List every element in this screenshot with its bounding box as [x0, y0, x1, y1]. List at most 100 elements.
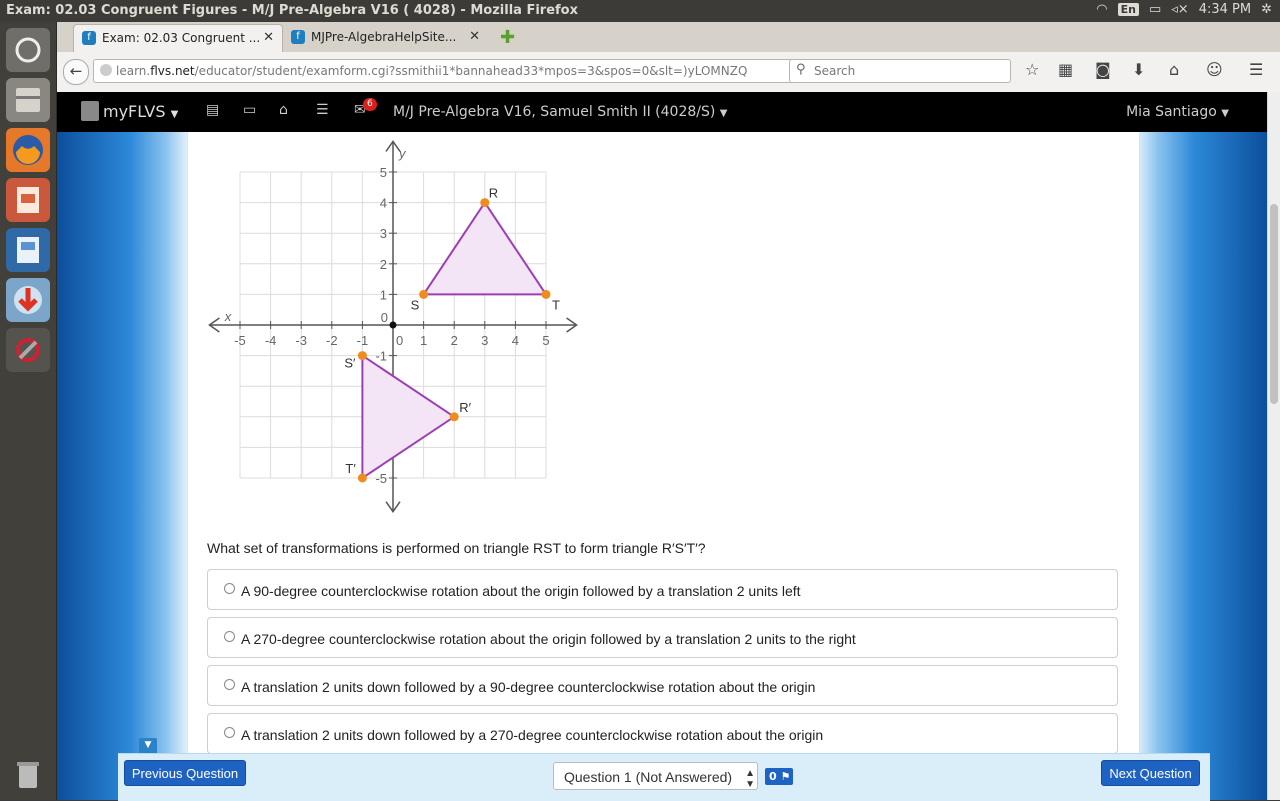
reading-list-icon[interactable]: ▦: [1058, 60, 1073, 79]
answer-radio[interactable]: [224, 679, 235, 690]
select-arrow-icon: ▲ ▼: [745, 768, 755, 790]
search-input[interactable]: ⚲ Search: [789, 59, 1011, 83]
battery-icon[interactable]: ▭: [1149, 2, 1161, 17]
site-info-icon[interactable]: [100, 64, 112, 76]
pocket-icon[interactable]: ◙: [1095, 60, 1111, 79]
answer-text: A 90-degree counterclockwise rotation ab…: [241, 583, 801, 599]
user-menu[interactable]: Mia Santiago ▼: [1126, 104, 1229, 120]
answer-text: A translation 2 units down followed by a…: [241, 727, 824, 743]
close-tab-icon[interactable]: ✕: [263, 30, 274, 45]
label-t-prime: T′: [345, 461, 356, 476]
scrollbar-thumb[interactable]: [1270, 204, 1278, 404]
label-s: S: [411, 297, 420, 312]
inbox-icon[interactable]: ▭: [243, 102, 256, 118]
new-tab-plus-icon[interactable]: ✚: [500, 27, 515, 48]
trash-icon[interactable]: [6, 752, 50, 796]
x-tick-label: -1: [357, 333, 369, 348]
vertex-t-prime: [357, 473, 367, 483]
answer-text: A 270-degree counterclockwise rotation a…: [241, 631, 856, 647]
list-icon[interactable]: ☰: [316, 102, 329, 118]
x-tick-label: -4: [265, 333, 277, 348]
label-r: R: [489, 186, 498, 201]
brand-label: myFLVS: [103, 102, 166, 121]
answer-option-2[interactable]: A 270-degree counterclockwise rotation a…: [207, 617, 1118, 658]
answer-option-1[interactable]: A 90-degree counterclockwise rotation ab…: [207, 569, 1118, 610]
vertex-r-prime: [449, 412, 459, 422]
x-tick-label: -2: [326, 333, 338, 348]
x-tick-label: 1: [420, 333, 427, 348]
home-icon[interactable]: ⌂: [1169, 60, 1179, 79]
search-placeholder: Search: [814, 64, 856, 78]
vertex-t: [541, 289, 551, 299]
bookmark-star-icon[interactable]: ☆: [1025, 60, 1039, 79]
downloader-icon[interactable]: [6, 278, 50, 322]
label-s-prime: S′: [344, 356, 356, 371]
downloads-icon[interactable]: ⬇: [1132, 60, 1145, 79]
x-tick-label: -3: [295, 333, 307, 348]
previous-question-button[interactable]: Previous Question: [124, 760, 246, 786]
question-text: What set of transformations is performed…: [207, 540, 706, 556]
dash-home-icon[interactable]: [6, 28, 50, 72]
flag-icon: ⚑: [780, 770, 791, 783]
firefox-icon[interactable]: [6, 128, 50, 172]
answer-radio[interactable]: [224, 631, 235, 642]
os-top-bar: Exam: 02.03 Congruent Figures - M/J Pre-…: [0, 0, 1280, 22]
document-viewer-icon[interactable]: [6, 228, 50, 272]
exam-footer-bar: Previous Question Question 1 (Not Answer…: [118, 753, 1210, 801]
answer-radio[interactable]: [224, 727, 235, 738]
answer-radio[interactable]: [224, 583, 235, 594]
url-path: /educator/student/examform.cgi?ssmithii1…: [194, 64, 748, 78]
x-tick-label: 2: [451, 333, 458, 348]
tab-exam[interactable]: f Exam: 02.03 Congruent ... ✕: [73, 24, 283, 52]
triangle-rst-prime: [361, 353, 457, 480]
flvs-logo-icon[interactable]: [81, 101, 99, 121]
settings-gear-icon[interactable]: ✲: [1261, 2, 1272, 17]
origin-point: [389, 321, 397, 329]
launcher: [0, 22, 57, 800]
question-select[interactable]: Question 1 (Not Answered) ▲ ▼: [553, 762, 758, 790]
book-icon[interactable]: ▤: [206, 102, 219, 118]
chat-icon[interactable]: ☺: [1206, 60, 1223, 79]
flag-count: 0: [769, 770, 777, 783]
collapse-footer-chevron-icon[interactable]: ▼: [139, 738, 157, 753]
presentation-icon[interactable]: [6, 178, 50, 222]
next-question-button[interactable]: Next Question: [1101, 760, 1200, 786]
y-tick-label: -1: [375, 349, 387, 364]
x-axis-label: x: [224, 309, 232, 324]
y-tick-label: 0: [381, 310, 388, 325]
answer-option-3[interactable]: A translation 2 units down followed by a…: [207, 665, 1118, 706]
user-name: Mia Santiago: [1126, 104, 1217, 120]
chevron-down-icon: ▼: [1221, 108, 1229, 119]
url-bar[interactable]: learn.flvs.net/educator/student/examform…: [93, 59, 839, 83]
chevron-down-icon: ▼: [170, 109, 179, 120]
tab-helpsite[interactable]: f MJPre-AlgebraHelpSite... ✕: [283, 24, 488, 52]
back-arrow-icon[interactable]: ←: [63, 59, 89, 85]
question-select-value: Question 1 (Not Answered): [564, 769, 733, 785]
answer-text: A translation 2 units down followed by a…: [241, 679, 816, 695]
system-settings-icon[interactable]: [6, 328, 50, 372]
label-t: T: [552, 297, 560, 312]
home-icon[interactable]: ⌂: [279, 102, 288, 118]
close-tab-icon[interactable]: ✕: [469, 29, 480, 44]
x-tick-label: -5: [234, 333, 246, 348]
page-scrollbar[interactable]: [1267, 92, 1280, 800]
tab-label: Exam: 02.03 Congruent ...: [102, 31, 261, 45]
answer-option-4[interactable]: A translation 2 units down followed by a…: [207, 713, 1118, 754]
vertex-s-prime: [357, 351, 367, 361]
y-tick-label: 5: [380, 165, 387, 180]
flag-badge[interactable]: 0 ⚑: [765, 768, 793, 785]
course-menu[interactable]: M/J Pre-Algebra V16, Samuel Smith II (40…: [393, 104, 727, 120]
url-prefix: learn.: [116, 64, 151, 78]
menu-hamburger-icon[interactable]: ☰: [1249, 60, 1263, 79]
wifi-icon[interactable]: ◠: [1096, 2, 1107, 17]
clock[interactable]: 4:34 PM: [1199, 2, 1251, 17]
files-icon[interactable]: [6, 78, 50, 122]
browser-nav-bar: ← learn.flvs.net/educator/student/examfo…: [57, 52, 1280, 93]
volume-icon[interactable]: ◃×: [1171, 2, 1188, 17]
browser-tab-strip: f Exam: 02.03 Congruent ... ✕ f MJPre-Al…: [57, 22, 1280, 53]
brand-menu[interactable]: myFLVS ▼: [103, 102, 178, 121]
label-r-prime: R′: [459, 400, 471, 415]
site-header: myFLVS ▼ ▤ ▭ ⌂ ☰ ✉ 6 M/J Pre-Algebra V16…: [57, 92, 1267, 132]
keyboard-layout-indicator[interactable]: En: [1117, 3, 1139, 16]
chevron-down-icon: ▼: [719, 108, 728, 119]
